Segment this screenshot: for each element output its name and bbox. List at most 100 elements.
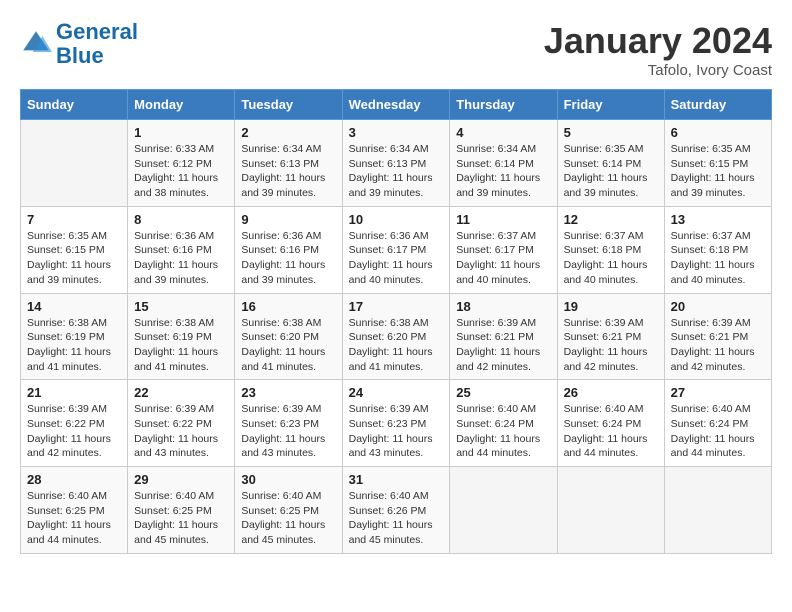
day-number: 7 (27, 212, 121, 227)
day-info: Sunrise: 6:36 AM Sunset: 6:17 PM Dayligh… (349, 229, 444, 288)
calendar-week-row: 7 Sunrise: 6:35 AM Sunset: 6:15 PM Daylig… (21, 206, 772, 293)
calendar-cell: 29Sunrise: 6:40 AM Sunset: 6:25 PM Dayli… (128, 467, 235, 554)
day-info: Sunrise: 6:39 AM Sunset: 6:22 PM Dayligh… (27, 402, 121, 461)
day-number: 20 (671, 299, 765, 314)
day-info: Sunrise: 6:36 AM Sunset: 6:16 PM Dayligh… (134, 229, 228, 288)
day-number: 23 (241, 385, 335, 400)
day-info: Sunrise: 6:36 AM Sunset: 6:16 PM Dayligh… (241, 229, 335, 288)
calendar-cell: 23 Sunrise: 6:39 AM Sunset: 6:23 PM Dayli… (235, 380, 342, 467)
day-number: 10 (349, 212, 444, 227)
day-number: 24 (349, 385, 444, 400)
calendar-cell (21, 120, 128, 207)
calendar-week-row: 14Sunrise: 6:38 AM Sunset: 6:19 PM Dayli… (21, 293, 772, 380)
calendar-cell: 15 Sunrise: 6:38 AM Sunset: 6:19 PM Dayli… (128, 293, 235, 380)
day-of-week-header: Sunday (21, 90, 128, 120)
calendar-cell: 2 Sunrise: 6:34 AM Sunset: 6:13 PM Daylig… (235, 120, 342, 207)
calendar-cell: 4 Sunrise: 6:34 AM Sunset: 6:14 PM Daylig… (450, 120, 557, 207)
calendar-cell: 13Sunrise: 6:37 AM Sunset: 6:18 PM Dayli… (664, 206, 771, 293)
calendar-week-row: 21 Sunrise: 6:39 AM Sunset: 6:22 PM Dayli… (21, 380, 772, 467)
day-info: Sunrise: 6:40 AM Sunset: 6:24 PM Dayligh… (564, 402, 658, 461)
day-info: Sunrise: 6:34 AM Sunset: 6:13 PM Dayligh… (241, 142, 335, 201)
day-number: 12 (564, 212, 658, 227)
day-number: 26 (564, 385, 658, 400)
day-info: Sunrise: 6:38 AM Sunset: 6:20 PM Dayligh… (241, 316, 335, 375)
day-number: 3 (349, 125, 444, 140)
calendar-cell: 16 Sunrise: 6:38 AM Sunset: 6:20 PM Dayli… (235, 293, 342, 380)
logo-blue: Blue (56, 43, 104, 68)
logo-text: General Blue (56, 20, 138, 68)
calendar-cell: 3 Sunrise: 6:34 AM Sunset: 6:13 PM Daylig… (342, 120, 450, 207)
day-number: 28 (27, 472, 121, 487)
calendar-cell: 18Sunrise: 6:39 AM Sunset: 6:21 PM Dayli… (450, 293, 557, 380)
calendar-cell: 26 Sunrise: 6:40 AM Sunset: 6:24 PM Dayli… (557, 380, 664, 467)
calendar-cell: 1Sunrise: 6:33 AM Sunset: 6:12 PM Daylig… (128, 120, 235, 207)
calendar-cell: 12 Sunrise: 6:37 AM Sunset: 6:18 PM Dayli… (557, 206, 664, 293)
calendar-cell (450, 467, 557, 554)
day-of-week-header: Wednesday (342, 90, 450, 120)
calendar-week-row: 28 Sunrise: 6:40 AM Sunset: 6:25 PM Dayli… (21, 467, 772, 554)
day-info: Sunrise: 6:35 AM Sunset: 6:15 PM Dayligh… (27, 229, 121, 288)
calendar-header-row: SundayMondayTuesdayWednesdayThursdayFrid… (21, 90, 772, 120)
day-number: 5 (564, 125, 658, 140)
day-info: Sunrise: 6:38 AM Sunset: 6:20 PM Dayligh… (349, 316, 444, 375)
calendar-cell: 28Sunrise: 6:40 AM Sunset: 6:25 PM Dayli… (21, 467, 128, 554)
day-number: 31 (349, 472, 444, 487)
title-block: January 2024 Tafolo, Ivory Coast (544, 20, 772, 79)
day-info: Sunrise: 6:39 AM Sunset: 6:23 PM Dayligh… (241, 402, 335, 461)
day-number: 17 (349, 299, 444, 314)
day-of-week-header: Saturday (664, 90, 771, 120)
day-number: 18 (456, 299, 550, 314)
day-of-week-header: Monday (128, 90, 235, 120)
month-title: January 2024 (544, 20, 772, 62)
day-info: Sunrise: 6:34 AM Sunset: 6:14 PM Dayligh… (456, 142, 550, 201)
day-number: 2 (241, 125, 335, 140)
calendar-cell: 6 Sunrise: 6:35 AM Sunset: 6:15 PM Daylig… (664, 120, 771, 207)
day-info: Sunrise: 6:38 AM Sunset: 6:19 PM Dayligh… (134, 316, 228, 375)
calendar-cell: 10 Sunrise: 6:36 AM Sunset: 6:17 PM Dayli… (342, 206, 450, 293)
calendar-cell (664, 467, 771, 554)
day-number: 6 (671, 125, 765, 140)
day-info: Sunrise: 6:39 AM Sunset: 6:23 PM Dayligh… (349, 402, 444, 461)
day-info: Sunrise: 6:40 AM Sunset: 6:24 PM Dayligh… (671, 402, 765, 461)
day-number: 19 (564, 299, 658, 314)
day-info: Sunrise: 6:39 AM Sunset: 6:22 PM Dayligh… (134, 402, 228, 461)
day-number: 16 (241, 299, 335, 314)
day-info: Sunrise: 6:40 AM Sunset: 6:24 PM Dayligh… (456, 402, 550, 461)
day-number: 8 (134, 212, 228, 227)
logo-general: General (56, 19, 138, 44)
calendar-cell: 24 Sunrise: 6:39 AM Sunset: 6:23 PM Dayli… (342, 380, 450, 467)
calendar-cell: 9Sunrise: 6:36 AM Sunset: 6:16 PM Daylig… (235, 206, 342, 293)
day-info: Sunrise: 6:39 AM Sunset: 6:21 PM Dayligh… (564, 316, 658, 375)
page-header: General Blue January 2024 Tafolo, Ivory … (20, 20, 772, 79)
day-info: Sunrise: 6:35 AM Sunset: 6:15 PM Dayligh… (671, 142, 765, 201)
day-number: 30 (241, 472, 335, 487)
calendar-cell: 17 Sunrise: 6:38 AM Sunset: 6:20 PM Dayli… (342, 293, 450, 380)
day-info: Sunrise: 6:38 AM Sunset: 6:19 PM Dayligh… (27, 316, 121, 375)
day-info: Sunrise: 6:34 AM Sunset: 6:13 PM Dayligh… (349, 142, 444, 201)
calendar-cell: 11Sunrise: 6:37 AM Sunset: 6:17 PM Dayli… (450, 206, 557, 293)
location-subtitle: Tafolo, Ivory Coast (544, 62, 772, 79)
day-info: Sunrise: 6:37 AM Sunset: 6:17 PM Dayligh… (456, 229, 550, 288)
day-info: Sunrise: 6:37 AM Sunset: 6:18 PM Dayligh… (671, 229, 765, 288)
day-of-week-header: Thursday (450, 90, 557, 120)
day-of-week-header: Tuesday (235, 90, 342, 120)
day-number: 21 (27, 385, 121, 400)
day-number: 29 (134, 472, 228, 487)
calendar-cell: 21 Sunrise: 6:39 AM Sunset: 6:22 PM Dayli… (21, 380, 128, 467)
logo: General Blue (20, 20, 138, 68)
day-info: Sunrise: 6:33 AM Sunset: 6:12 PM Dayligh… (134, 142, 228, 201)
calendar-cell: 27Sunrise: 6:40 AM Sunset: 6:24 PM Dayli… (664, 380, 771, 467)
calendar-cell: 19 Sunrise: 6:39 AM Sunset: 6:21 PM Dayli… (557, 293, 664, 380)
day-info: Sunrise: 6:37 AM Sunset: 6:18 PM Dayligh… (564, 229, 658, 288)
day-number: 25 (456, 385, 550, 400)
calendar-cell: 30 Sunrise: 6:40 AM Sunset: 6:25 PM Dayli… (235, 467, 342, 554)
day-info: Sunrise: 6:40 AM Sunset: 6:26 PM Dayligh… (349, 489, 444, 548)
day-info: Sunrise: 6:39 AM Sunset: 6:21 PM Dayligh… (671, 316, 765, 375)
calendar-cell: 8 Sunrise: 6:36 AM Sunset: 6:16 PM Daylig… (128, 206, 235, 293)
day-number: 15 (134, 299, 228, 314)
day-number: 4 (456, 125, 550, 140)
calendar-cell: 5 Sunrise: 6:35 AM Sunset: 6:14 PM Daylig… (557, 120, 664, 207)
day-info: Sunrise: 6:40 AM Sunset: 6:25 PM Dayligh… (241, 489, 335, 548)
calendar-week-row: 1Sunrise: 6:33 AM Sunset: 6:12 PM Daylig… (21, 120, 772, 207)
day-info: Sunrise: 6:35 AM Sunset: 6:14 PM Dayligh… (564, 142, 658, 201)
